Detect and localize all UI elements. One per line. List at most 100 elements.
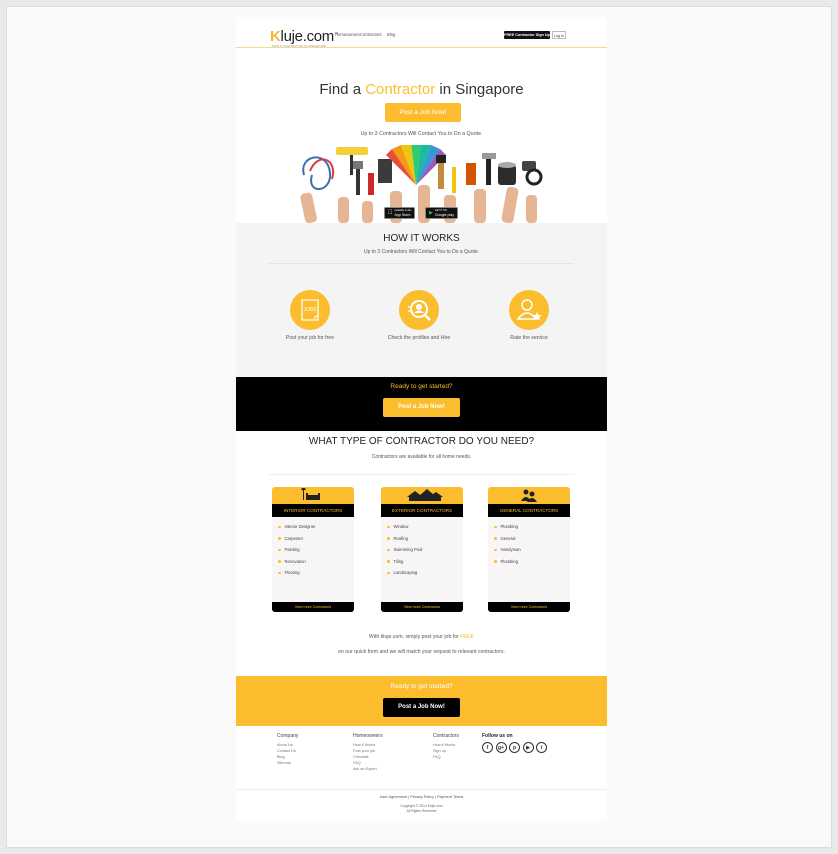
footer-contractors: Contractors How it Works Sign up FAQ <box>433 733 459 760</box>
login-button[interactable]: Log In <box>552 31 566 39</box>
nav-homeowners[interactable]: Homeowners <box>335 32 360 37</box>
list-item[interactable]: General <box>494 533 521 545</box>
play-triangle-icon: ▶ <box>429 210 433 216</box>
card-title: INTERIOR CONTRACTORS <box>272 504 354 517</box>
free-signup-button[interactable]: FREE Contractor Sign Up <box>504 31 550 39</box>
apple-icon:  <box>388 210 393 216</box>
footer-homeowners: Homeowners How it Works Post your job Ch… <box>353 733 382 772</box>
how-it-works-subtitle: Up to 3 Contractors Will Contact You to … <box>363 249 480 255</box>
legal-links[interactable]: User Agreement | Privacy Policy | Paymen… <box>236 795 607 799</box>
bullet-icon <box>494 548 497 551</box>
list-item[interactable]: Plumbing <box>494 521 521 533</box>
step-label-post: Post your job for free <box>285 335 335 341</box>
how-it-works-title: HOW IT WORKS <box>383 233 460 244</box>
twitter-icon[interactable]: t <box>536 742 547 753</box>
list-item[interactable]: Window <box>387 521 422 533</box>
sofa-lamp-icon <box>301 488 320 500</box>
blurb-line-1: With kluje.com, simply post your job for… <box>368 634 475 640</box>
bullet-icon <box>494 560 497 563</box>
nav-contractors[interactable]: Contractors <box>360 32 382 37</box>
cta-ready-text: Ready to get started? <box>390 683 453 690</box>
hero-post-job-button[interactable]: Post a Job Now! <box>385 103 461 122</box>
footer-heading: Contractors <box>433 733 459 739</box>
section-divider <box>269 474 574 475</box>
footer-follow: Follow us on f g+ p ▶ t <box>482 733 547 753</box>
footer-heading: Follow us on <box>482 733 513 739</box>
google-plus-icon[interactable]: g+ <box>495 742 507 753</box>
card-header <box>381 487 463 504</box>
user-star-icon <box>509 290 549 330</box>
page: Kluje.com™ FIND A CONTRACTOR IN SINGAPOR… <box>236 17 607 821</box>
view-more-general-link[interactable]: View more Contractors <box>488 602 570 612</box>
houses-icon <box>407 489 443 501</box>
footer-link[interactable]: FAQ <box>433 754 459 760</box>
pinterest-icon[interactable]: p <box>509 742 520 753</box>
bullet-icon <box>278 560 281 563</box>
footer-link[interactable]: Sitemap <box>277 760 298 766</box>
list-item[interactable]: Landscaping <box>387 567 422 579</box>
card-general: GENERAL CONTRACTORS Plumbing General Han… <box>488 487 570 612</box>
list-item[interactable]: Tiling <box>387 556 422 568</box>
logo[interactable]: Kluje.com™ <box>270 28 338 45</box>
footer-company: Company About Us Contact Us Blog Sitemap <box>277 733 298 766</box>
hero-subtitle: Up to 3 Contractors Will Contact You to … <box>360 131 483 137</box>
list-item[interactable]: Handyman <box>494 544 521 556</box>
footer-divider <box>236 789 607 790</box>
bullet-icon <box>387 571 390 574</box>
list-item[interactable]: Plumbing <box>494 556 521 568</box>
bullet-icon <box>278 571 281 574</box>
card-list: Window Roofing Swimming Pool Tiling Land… <box>387 521 422 579</box>
bullet-icon <box>278 537 281 540</box>
contractor-types-subtitle: Contractors are available for all home n… <box>371 454 472 460</box>
list-item[interactable]: Swimming Pool <box>387 544 422 556</box>
step-label-rate: Rate the service <box>510 335 548 341</box>
bullet-icon <box>387 548 390 551</box>
bullet-icon <box>494 525 497 528</box>
list-item[interactable]: Interior Designer <box>278 521 315 533</box>
card-header <box>488 487 570 504</box>
bullet-icon <box>387 537 390 540</box>
google-play-badge[interactable]: ▶ GET IT ON Google play <box>425 207 459 219</box>
hero-title: Find a Contractor in Singapore <box>319 81 524 98</box>
step-label-check: Check the profiles and Hire <box>387 335 451 341</box>
card-exterior: EXTERIOR CONTRACTORS Window Roofing Swim… <box>381 487 463 612</box>
nav-blog[interactable]: Blog <box>387 32 395 37</box>
bullet-icon <box>278 548 281 551</box>
app-store-badge[interactable]:  Available on theApp Store <box>384 207 416 219</box>
section-divider <box>269 263 574 264</box>
youtube-icon[interactable]: ▶ <box>522 742 534 753</box>
copyright: Copyright © 2014 Kluje.com All Rights Re… <box>400 804 443 813</box>
card-list: Interior Designer Carpenter Painting Ren… <box>278 521 315 579</box>
header-divider <box>236 47 607 48</box>
facebook-icon[interactable]: f <box>482 742 493 753</box>
list-item[interactable]: Flooring <box>278 567 315 579</box>
footer-heading: Homeowners <box>353 733 383 739</box>
view-more-interior-link[interactable]: View more Contractors <box>272 602 354 612</box>
footer-link[interactable]: Ask an Expert <box>353 766 382 772</box>
bullet-icon <box>278 525 281 528</box>
workers-icon <box>521 489 537 502</box>
card-list: Plumbing General Handyman Plumbing <box>494 521 521 567</box>
footer-heading: Company <box>277 733 299 739</box>
post-job-button-black[interactable]: Post a Job Now! <box>383 398 460 417</box>
card-interior: INTERIOR CONTRACTORS Interior Designer C… <box>272 487 354 612</box>
card-title: GENERAL CONTRACTORS <box>488 504 570 517</box>
bullet-icon <box>387 525 390 528</box>
bullet-icon <box>387 560 390 563</box>
bullet-icon <box>494 537 497 540</box>
card-header <box>272 487 354 504</box>
blurb-line-2: on our quick form and we will match your… <box>338 649 505 655</box>
list-item[interactable]: Renovation <box>278 556 315 568</box>
list-item[interactable]: Roofing <box>387 533 422 545</box>
view-more-exterior-link[interactable]: View more Contractors <box>381 602 463 612</box>
card-title: EXTERIOR CONTRACTORS <box>381 504 463 517</box>
search-profile-icon <box>399 290 439 330</box>
cta-ready-text: Ready to get started? <box>390 383 453 390</box>
hero-tools-illustration <box>300 145 543 223</box>
jobs-board-icon: JOBS <box>290 290 330 330</box>
contractor-types-title: WHAT TYPE OF CONTRACTOR DO YOU NEED? <box>308 436 535 447</box>
post-job-button-yellow[interactable]: Post a Job Now! <box>383 698 460 717</box>
svg-text:JOBS: JOBS <box>303 307 317 313</box>
list-item[interactable]: Painting <box>278 544 315 556</box>
list-item[interactable]: Carpenter <box>278 533 315 545</box>
